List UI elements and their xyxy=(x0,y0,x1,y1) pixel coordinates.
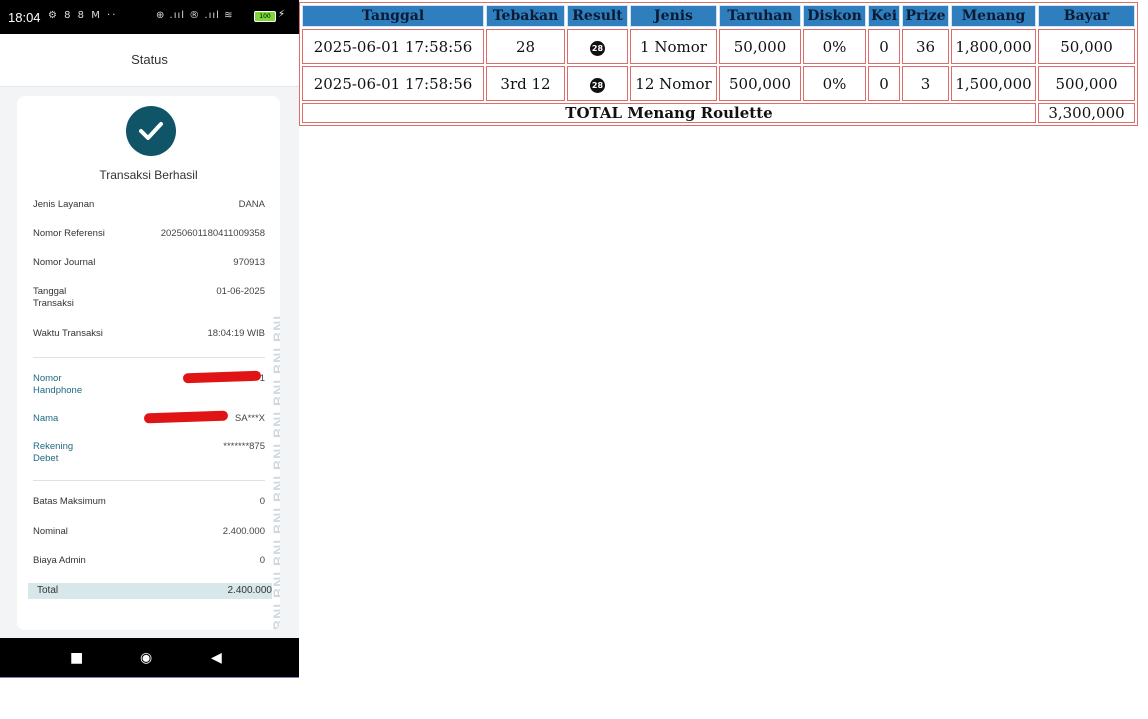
battery-icon: 100 xyxy=(254,11,276,22)
col-header-menang: Menang xyxy=(951,5,1036,27)
cell-result: 28 xyxy=(567,66,628,101)
field-label: Rekening Debet xyxy=(33,441,74,464)
field-value: 0 xyxy=(259,555,265,566)
table-row: 2025-06-01 17:58:56 3rd 12 28 12 Nomor 5… xyxy=(302,66,1135,101)
total-row: Total 2.400.000 xyxy=(28,583,272,599)
cell-menang: 1,500,000 xyxy=(951,66,1036,101)
field-label: Nomor Handphone xyxy=(33,373,83,396)
cell-tebakan: 3rd 12 xyxy=(486,66,565,101)
cell-bayar: 50,000 xyxy=(1038,29,1135,64)
field-label: Tanggal Transaksi xyxy=(33,286,74,309)
redaction-mark xyxy=(182,370,262,384)
field-value: DANA xyxy=(238,199,265,210)
receipt-card: BNI BNI BNI BNI BNI BNI BNI BNI BNI BNI … xyxy=(17,96,280,630)
field-value: 20250601180411009358 xyxy=(160,228,265,239)
back-icon[interactable]: ◀ xyxy=(211,650,222,666)
field-value: 970913 xyxy=(233,257,265,268)
cell-bayar: 500,000 xyxy=(1038,66,1135,101)
field-label: Nama xyxy=(33,413,59,424)
cell-menang: 1,800,000 xyxy=(951,29,1036,64)
col-header-tebakan: Tebakan xyxy=(486,5,565,27)
total-label: Total xyxy=(37,585,59,596)
table-row: 2025-06-01 17:58:56 28 28 1 Nomor 50,000… xyxy=(302,29,1135,64)
total-label: TOTAL Menang Roulette xyxy=(302,103,1036,123)
field-value: *******875 xyxy=(223,441,265,452)
android-nav-bar: ■ ◉ ◀ xyxy=(0,638,299,677)
field-value: SA***X xyxy=(234,413,265,424)
field-label: Jenis Layanan xyxy=(33,199,95,210)
cell-tanggal: 2025-06-01 17:58:56 xyxy=(302,29,484,64)
cell-kei: 0 xyxy=(868,66,900,101)
col-header-prize: Prize xyxy=(902,5,949,27)
col-header-bayar: Bayar xyxy=(1038,5,1135,27)
success-title: Transaksi Berhasil xyxy=(99,168,198,182)
col-header-diskon: Diskon xyxy=(803,5,866,27)
app-header: Status xyxy=(0,34,299,87)
col-header-tanggal: Tanggal xyxy=(302,5,484,27)
total-value: 2.400.000 xyxy=(227,585,273,596)
table-total-row: TOTAL Menang Roulette 3,300,000 xyxy=(302,103,1135,123)
divider xyxy=(33,357,265,358)
col-header-taruhan: Taruhan xyxy=(719,5,801,27)
cell-jenis: 1 Nomor xyxy=(630,29,717,64)
status-time: 18:04 xyxy=(8,10,41,25)
col-header-jenis: Jenis xyxy=(630,5,717,27)
field-label: Nominal xyxy=(33,526,68,537)
cell-kei: 0 xyxy=(868,29,900,64)
col-header-result: Result xyxy=(567,5,628,27)
cell-taruhan: 50,000 xyxy=(719,29,801,64)
total-value: 3,300,000 xyxy=(1038,103,1135,123)
notification-icons: ⚙ 8 8 M ·· xyxy=(48,10,118,21)
cell-diskon: 0% xyxy=(803,66,866,101)
phone-screenshot: 18:04 ⚙ 8 8 M ·· ⊕ .ııl ® .ııl ≋ 100 ⚡ S… xyxy=(0,0,299,678)
bet-result-table: Tanggal Tebakan Result Jenis Taruhan Dis… xyxy=(299,2,1138,126)
field-label: Biaya Admin xyxy=(33,555,86,566)
divider xyxy=(33,480,265,481)
signal-icons: ⊕ .ııl ® .ııl ≋ xyxy=(156,10,234,21)
cell-tanggal: 2025-06-01 17:58:56 xyxy=(302,66,484,101)
page-title: Status xyxy=(131,52,168,67)
cell-prize: 36 xyxy=(902,29,949,64)
redaction-mark xyxy=(143,410,229,424)
roulette-ball-icon: 28 xyxy=(590,41,605,56)
field-value: 0 xyxy=(259,496,265,507)
cell-taruhan: 500,000 xyxy=(719,66,801,101)
charging-icon: ⚡ xyxy=(278,9,286,20)
home-icon[interactable]: ◉ xyxy=(140,650,152,666)
cell-jenis: 12 Nomor xyxy=(630,66,717,101)
field-value: 01-06-2025 xyxy=(216,286,265,297)
cell-tebakan: 28 xyxy=(486,29,565,64)
col-header-kei: Kei xyxy=(868,5,900,27)
roulette-ball-icon: 28 xyxy=(590,78,605,93)
field-value: 2.400.000 xyxy=(222,526,265,537)
cell-result: 28 xyxy=(567,29,628,64)
field-label: Batas Maksimum xyxy=(33,496,106,507)
field-label: Nomor Referensi xyxy=(33,228,105,239)
field-label: Waktu Transaksi xyxy=(33,328,103,339)
field-value: 18:04:19 WIB xyxy=(207,328,265,339)
field-label: Nomor Journal xyxy=(33,257,96,268)
status-bar: 18:04 ⚙ 8 8 M ·· ⊕ .ııl ® .ııl ≋ 100 ⚡ xyxy=(0,0,299,34)
success-check-icon xyxy=(126,106,176,156)
recent-apps-icon[interactable]: ■ xyxy=(70,650,83,666)
table-header-row: Tanggal Tebakan Result Jenis Taruhan Dis… xyxy=(302,5,1135,27)
cell-diskon: 0% xyxy=(803,29,866,64)
cell-prize: 3 xyxy=(902,66,949,101)
